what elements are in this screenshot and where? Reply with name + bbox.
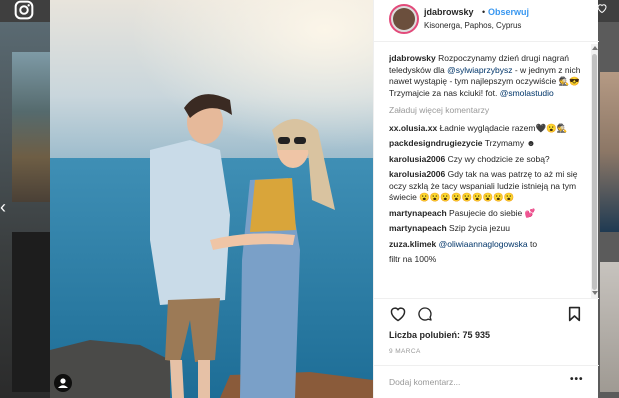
- scroll-down-arrow-icon[interactable]: [592, 291, 598, 295]
- background-thumbnail: [12, 52, 50, 202]
- comment-text: Szip życia jezuu: [449, 223, 510, 233]
- post-photo[interactable]: [50, 0, 373, 398]
- comment-item: martynapeach Pasujecie do siebie 💕: [389, 208, 589, 220]
- avatar-image: [393, 8, 415, 30]
- location-link[interactable]: Kisonerga, Paphos, Cyprus: [424, 21, 521, 30]
- mention-link[interactable]: @smolastudio: [500, 88, 554, 98]
- comment-text: Czy wy chodzicie ze sobą?: [447, 153, 550, 164]
- comment-text: Pasujecie do siebie 💕: [449, 207, 536, 218]
- comments-list[interactable]: jdabrowsky Rozpoczynamy dzień drugi nagr…: [389, 53, 589, 298]
- comment-username[interactable]: martynapeach: [389, 223, 447, 233]
- background-thumbnail: [600, 262, 619, 392]
- comment-item: zuza.klimek @oliwiaannaglogowska to: [389, 239, 589, 251]
- comment-text: Ładnie wyglądacie razem🖤😮🕵️: [439, 122, 568, 133]
- comment-text: filtr na 100%: [389, 254, 437, 264]
- comment-username[interactable]: martynapeach: [389, 208, 447, 218]
- load-more-comments-button[interactable]: Załaduj więcej komentarzy: [389, 105, 589, 117]
- more-options-icon[interactable]: •••: [570, 374, 584, 385]
- mention-link[interactable]: @sylwiaprzybysz: [447, 65, 512, 75]
- comment-username[interactable]: zuza.klimek: [389, 239, 436, 249]
- action-bar: [374, 298, 599, 328]
- add-comment-input[interactable]: [389, 375, 559, 389]
- comment-text: Trzymamy ☻: [484, 138, 536, 148]
- user-tag-icon[interactable]: [54, 374, 72, 392]
- background-thumbnail: [600, 72, 619, 232]
- comment-username[interactable]: karolusia2006: [389, 169, 445, 179]
- post-details-panel: jdabrowsky • Obserwuj Kisonerga, Paphos,…: [373, 0, 599, 398]
- comment-item: martynapeach Szip życia jezuu: [389, 223, 589, 235]
- caption-username[interactable]: jdabrowsky: [389, 53, 436, 63]
- chevron-left-icon[interactable]: ‹: [0, 198, 10, 216]
- heart-icon[interactable]: [389, 306, 407, 322]
- comment-item: packdesigndrugiezycie Trzymamy ☻: [389, 138, 589, 150]
- comment-item: filtr na 100%: [389, 254, 589, 266]
- post-date[interactable]: 9 MARCA: [389, 348, 421, 355]
- author-username[interactable]: jdabrowsky: [424, 7, 474, 17]
- post-header: jdabrowsky • Obserwuj Kisonerga, Paphos,…: [374, 0, 599, 42]
- follow-button[interactable]: Obserwuj: [488, 7, 529, 17]
- comment-text: to: [529, 238, 538, 249]
- separator-dot: •: [482, 7, 486, 17]
- add-comment-section: •••: [374, 365, 599, 398]
- comment-username[interactable]: karolusia2006: [389, 154, 445, 164]
- comment-item: karolusia2006 Gdy tak na was patrzę to a…: [389, 169, 589, 204]
- comment-username[interactable]: packdesigndrugiezycie: [389, 138, 483, 148]
- instagram-icon[interactable]: [14, 0, 34, 20]
- bookmark-icon[interactable]: [568, 306, 581, 322]
- avatar[interactable]: [389, 4, 419, 34]
- background-feed-right: [598, 22, 619, 398]
- scrollbar-thumb[interactable]: [592, 54, 597, 290]
- comments-scrollbar[interactable]: [591, 44, 598, 298]
- comment-bubble-icon[interactable]: [417, 306, 433, 322]
- caption: jdabrowsky Rozpoczynamy dzień drugi nagr…: [389, 53, 589, 99]
- comment-username[interactable]: xx.olusia.xx: [389, 123, 437, 133]
- mention-link[interactable]: @oliwiaannaglogowska: [439, 239, 528, 249]
- comment-item: xx.olusia.xx Ładnie wyglądacie razem🖤😮🕵️: [389, 123, 589, 135]
- scroll-up-arrow-icon[interactable]: [592, 46, 598, 50]
- background-thumbnail: [12, 232, 50, 392]
- likes-count[interactable]: Liczba polubień: 75 935: [389, 330, 490, 340]
- comment-item: karolusia2006 Czy wy chodzicie ze sobą?: [389, 154, 589, 166]
